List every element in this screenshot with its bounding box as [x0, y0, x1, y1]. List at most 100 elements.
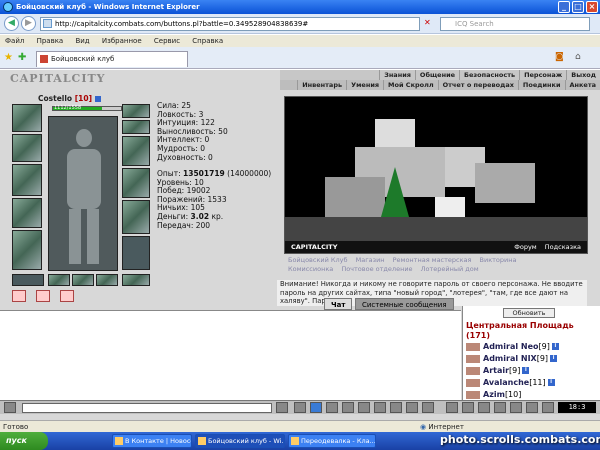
character-name[interactable]: Costello [10]	[38, 94, 101, 103]
translit-icon[interactable]	[326, 402, 338, 413]
item-slot-1[interactable]	[48, 274, 70, 286]
tab-combats[interactable]: Бойцовский клуб	[36, 51, 188, 67]
heart-icon[interactable]	[60, 290, 74, 302]
menu-help[interactable]: Справка	[192, 37, 223, 45]
amulet-slot[interactable]	[122, 120, 150, 134]
boots-slot[interactable]	[122, 236, 150, 270]
menu-favorites[interactable]: Избранное	[102, 37, 142, 45]
user-item[interactable]: Azim[10]	[466, 390, 521, 400]
menu-tools[interactable]: Сервис	[154, 37, 180, 45]
tab-system-messages[interactable]: Системные сообщения	[354, 298, 454, 310]
menu-exit[interactable]: Выход	[566, 70, 600, 80]
link-lottery[interactable]: Лотерейный дом	[421, 265, 479, 273]
link-repair[interactable]: Ремонтная мастерская	[393, 256, 472, 264]
help-icon[interactable]	[542, 402, 554, 413]
filter-icon[interactable]	[310, 402, 322, 413]
add-favorite-icon[interactable]: ✚	[18, 52, 26, 63]
clear-icon[interactable]	[294, 402, 306, 413]
user-item[interactable]: Artair[9] i	[466, 366, 530, 376]
friends-icon[interactable]	[494, 402, 506, 413]
task-combats[interactable]: Бойцовский клуб - Wi...	[195, 434, 285, 448]
belt-slot[interactable]	[12, 230, 42, 270]
menu-view[interactable]: Вид	[75, 37, 89, 45]
armor-slot[interactable]	[12, 198, 42, 228]
menu-knowledge[interactable]: Знания	[379, 70, 415, 80]
forum-link[interactable]: Форум	[514, 243, 536, 251]
item-slot-4[interactable]	[122, 274, 150, 286]
task-vkontakte[interactable]: В Контакте | Новосо...	[112, 434, 192, 448]
music-icon[interactable]	[358, 402, 370, 413]
user-name[interactable]: Artair	[483, 366, 509, 375]
heart-icon[interactable]	[36, 290, 50, 302]
link-post[interactable]: Почтовое отделение	[341, 265, 412, 273]
hint-link[interactable]: Подсказка	[545, 243, 581, 251]
shield-slot[interactable]	[122, 200, 150, 234]
minimize-button[interactable]: _	[558, 1, 570, 13]
speed-icon[interactable]	[374, 402, 386, 413]
forward-icon[interactable]: ▶	[21, 16, 36, 31]
link-fight-club[interactable]: Бойцовский Клуб	[288, 256, 348, 264]
info-icon[interactable]: i	[550, 355, 558, 362]
back-icon[interactable]: ◀	[4, 16, 19, 31]
menu-skills[interactable]: Умения	[346, 80, 383, 90]
start-button[interactable]: пуск	[0, 432, 48, 450]
item-slot-3[interactable]	[96, 274, 118, 286]
info-icon[interactable]: i	[547, 379, 555, 386]
emoticons-icon[interactable]	[390, 402, 402, 413]
stop-icon[interactable]: ✕	[424, 18, 431, 27]
fight-icon[interactable]	[446, 402, 458, 413]
link-quiz[interactable]: Викторина	[480, 256, 517, 264]
rss-icon[interactable]: ◙	[555, 52, 564, 62]
menu-edit[interactable]: Правка	[37, 37, 64, 45]
user-name[interactable]: Azim	[483, 390, 505, 399]
menu-file[interactable]: Файл	[5, 37, 24, 45]
heart-icon[interactable]	[12, 290, 26, 302]
helmet-slot[interactable]	[12, 104, 42, 132]
link-shop[interactable]: Магазин	[356, 256, 385, 264]
weapon-slot[interactable]	[12, 164, 42, 196]
bracer-slot[interactable]	[12, 134, 42, 162]
close-button[interactable]: ×	[586, 1, 598, 13]
gloves-slot[interactable]	[122, 168, 150, 198]
send-icon[interactable]	[276, 402, 288, 413]
address-field[interactable]: http://capitalcity.combats.com/buttons.p…	[40, 17, 420, 31]
refresh-button[interactable]: Обновить	[503, 308, 555, 318]
info-icon[interactable]: i	[551, 343, 559, 350]
task-dressing-room[interactable]: Переодевалка - Клa...	[288, 434, 376, 448]
earring-slot[interactable]	[122, 104, 150, 118]
chat-area[interactable]	[0, 310, 461, 400]
user-name[interactable]: Admiral Neo	[483, 342, 538, 351]
info-icon[interactable]	[94, 96, 101, 102]
user-name[interactable]: Admiral NIX	[483, 354, 537, 363]
menu-battles[interactable]: Поединки	[517, 80, 565, 90]
home-icon[interactable]: ⌂	[575, 52, 581, 62]
quest-icon[interactable]	[478, 402, 490, 413]
favorites-star-icon[interactable]: ★	[4, 52, 13, 63]
emoticon-icon[interactable]	[4, 402, 16, 413]
maximize-button[interactable]: □	[572, 1, 584, 13]
user-item[interactable]: Admiral Neo[9] i	[466, 342, 559, 352]
city-scene[interactable]: CAPITALCITY Форум Подсказка	[284, 96, 588, 254]
item-slot-2[interactable]	[72, 274, 94, 286]
info-icon[interactable]: i	[522, 367, 530, 374]
menu-security[interactable]: Безопасность	[459, 70, 519, 80]
tab-chat[interactable]: Чат	[324, 298, 353, 310]
ring-slots[interactable]	[122, 136, 150, 166]
user-item[interactable]: Avalanche[11] i	[466, 378, 555, 388]
menu-character[interactable]: Персонаж	[519, 70, 566, 80]
user-name[interactable]: Avalanche	[483, 378, 529, 387]
menu-inventory[interactable]: Инвентарь	[297, 80, 346, 90]
chat-input[interactable]	[22, 403, 272, 413]
map-icon[interactable]	[526, 402, 538, 413]
history-icon[interactable]	[422, 402, 434, 413]
menu-communication[interactable]: Общение	[414, 70, 459, 80]
sound-icon[interactable]	[342, 402, 354, 413]
user-item[interactable]: Admiral NIX[9] i	[466, 354, 558, 364]
link-commission[interactable]: Комиссионка	[288, 265, 333, 273]
mail-icon[interactable]	[510, 402, 522, 413]
menu-my-scroll[interactable]: Мой Скролл	[383, 80, 438, 90]
menu-profile[interactable]: Анкета	[564, 80, 600, 90]
backpack-icon[interactable]	[462, 402, 474, 413]
empty-slot[interactable]	[12, 274, 44, 286]
search-field[interactable]: ICQ Search	[440, 17, 590, 31]
